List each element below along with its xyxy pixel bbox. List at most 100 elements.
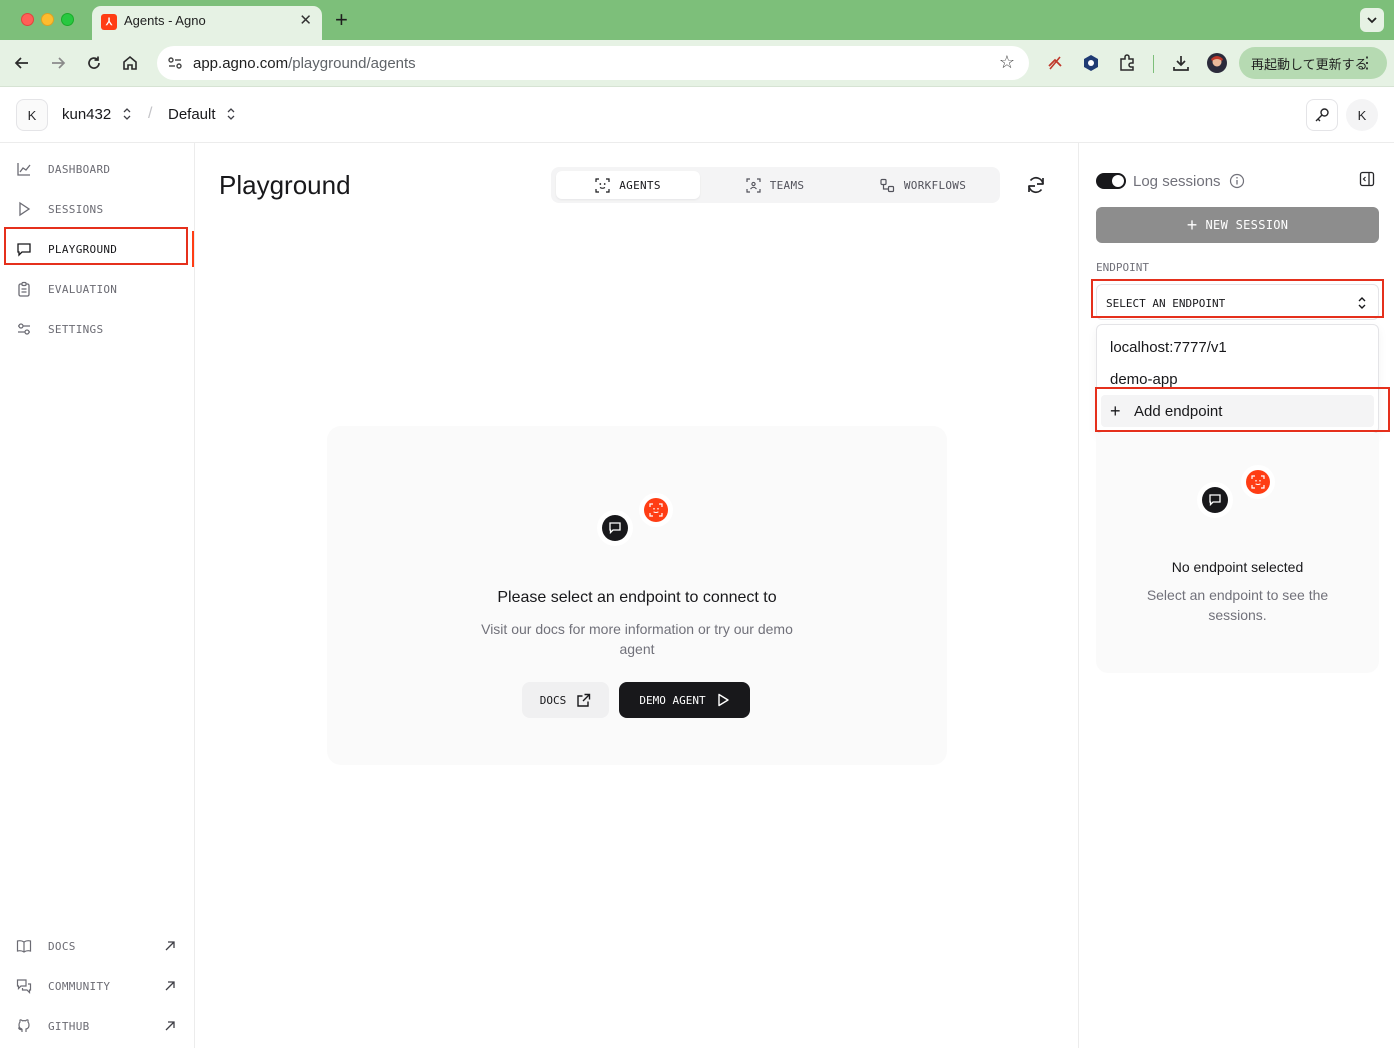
extensions-puzzle-icon[interactable]: [1116, 52, 1138, 74]
chat-bubbles-icon: [16, 979, 32, 994]
extension-slash-icon[interactable]: [1044, 52, 1066, 74]
arrow-right-icon: [52, 57, 66, 69]
highlight-box-endpoint-select: [1091, 279, 1384, 318]
tab-workflows[interactable]: WORKFLOWS: [851, 171, 995, 199]
tab-agents[interactable]: AGENTS: [556, 171, 700, 199]
panel-collapse-icon[interactable]: [1359, 171, 1375, 187]
user-avatar[interactable]: K: [1346, 99, 1378, 131]
chevron-up-down-icon[interactable]: [226, 107, 236, 121]
sidebar-link-docs[interactable]: DOCS: [0, 928, 195, 964]
relaunch-update-button[interactable]: 再起動して更新する ⋮: [1239, 47, 1387, 79]
chat-bubble-icon: [1202, 487, 1228, 513]
api-key-button[interactable]: [1306, 99, 1338, 131]
tab-label: AGENTS: [619, 178, 661, 192]
no-endpoint-card: No endpoint selected Select an endpoint …: [1096, 433, 1379, 673]
project-name[interactable]: Default: [168, 106, 216, 123]
sliders-icon: [18, 323, 30, 335]
sidebar-item-settings[interactable]: SETTINGS: [0, 311, 195, 347]
sidebar-link-label: DOCS: [48, 940, 76, 953]
reload-button[interactable]: [82, 51, 106, 75]
workflow-icon: [880, 178, 894, 192]
endpoint-label: ENDPOINT: [1096, 261, 1149, 274]
site-settings-icon[interactable]: [167, 55, 183, 71]
new-session-button[interactable]: + NEW SESSION: [1096, 207, 1379, 243]
docs-button[interactable]: DOCS: [522, 682, 609, 718]
playground-tabs: AGENTS TEAMS WORKFLOWS: [551, 167, 1000, 203]
agent-scan-icon: [595, 177, 610, 193]
tab-teams[interactable]: TEAMS: [703, 171, 847, 199]
tab-title: Agents - Agno: [124, 13, 206, 28]
chart-line-icon: [17, 163, 31, 176]
docs-button-label: DOCS: [539, 693, 567, 707]
app-header: K kun432 / Default K: [0, 87, 1394, 143]
highlight-box-add-endpoint: [1095, 387, 1390, 432]
sidebar-link-github[interactable]: GITHUB: [0, 1008, 195, 1044]
tab-search-button[interactable]: [1360, 8, 1384, 32]
back-button[interactable]: [10, 51, 34, 75]
active-indicator: [192, 231, 194, 267]
reload-icon: [88, 56, 100, 69]
refresh-icon[interactable]: [1024, 173, 1048, 197]
sidebar-link-community[interactable]: COMMUNITY: [0, 968, 195, 1004]
download-icon[interactable]: [1170, 52, 1192, 74]
arrow-up-right-icon: [165, 981, 175, 991]
highlight-box-playground: [4, 227, 188, 265]
browser-tab-bar: ⅄ Agents - Agno ✕ +: [0, 0, 1394, 40]
log-sessions-label: Log sessions: [1133, 173, 1221, 190]
arrow-up-right-icon: [165, 941, 175, 951]
demo-agent-label: DEMO AGENT: [639, 693, 706, 707]
chevron-down-icon: [1367, 17, 1377, 24]
agent-face-icon: [1246, 470, 1270, 494]
chevron-up-down-icon[interactable]: [122, 107, 132, 121]
sidebar-item-sessions[interactable]: SESSIONS: [0, 191, 195, 227]
sidebar-item-evaluation[interactable]: EVALUATION: [0, 271, 195, 307]
breadcrumb-separator: /: [148, 105, 153, 122]
no-endpoint-title: No endpoint selected: [1171, 559, 1304, 575]
new-tab-button[interactable]: +: [335, 7, 348, 33]
more-vert-icon[interactable]: ⋮: [1359, 53, 1375, 73]
team-scan-icon: [746, 177, 761, 193]
plus-icon: +: [1186, 214, 1198, 235]
close-window-button[interactable]: [21, 13, 34, 26]
maximize-window-button[interactable]: [61, 13, 74, 26]
new-session-label: NEW SESSION: [1205, 218, 1289, 232]
chat-bubble-icon: [602, 515, 628, 541]
log-sessions-toggle[interactable]: [1096, 173, 1126, 189]
home-button[interactable]: [118, 51, 142, 75]
address-bar[interactable]: app.agno.com/playground/agents ☆: [157, 46, 1029, 80]
page-title: Playground: [219, 170, 351, 200]
sidebar-link-label: COMMUNITY: [48, 980, 111, 993]
forward-button[interactable]: [46, 51, 70, 75]
sidebar-item-label: EVALUATION: [48, 283, 118, 296]
browser-tab-active[interactable]: ⅄ Agents - Agno ✕: [92, 6, 322, 40]
sidebar-item-label: DASHBOARD: [48, 163, 111, 176]
endpoint-option-label: localhost:7777/v1: [1110, 339, 1227, 356]
agno-favicon-icon: ⅄: [101, 14, 117, 30]
no-endpoint-subtitle: Select an endpoint to see the sessions.: [1146, 587, 1329, 623]
bookmark-star-icon[interactable]: ☆: [999, 52, 1015, 73]
info-icon[interactable]: [1229, 173, 1245, 189]
sidebar-item-dashboard[interactable]: DASHBOARD: [0, 151, 195, 187]
org-name[interactable]: kun432: [62, 106, 111, 123]
minimize-window-button[interactable]: [41, 13, 54, 26]
agent-face-icon: [644, 498, 668, 522]
arrow-left-icon: [14, 57, 28, 69]
tab-close-icon[interactable]: ✕: [299, 11, 312, 29]
sidebar: DASHBOARD SESSIONS PLAYGROUND EVALUATION…: [0, 143, 195, 1048]
profile-avatar-icon[interactable]: [1206, 52, 1228, 74]
extension-cube-icon[interactable]: [1080, 52, 1102, 74]
org-avatar[interactable]: K: [16, 99, 48, 131]
sidebar-link-label: GITHUB: [48, 1020, 90, 1033]
book-icon: [16, 940, 32, 953]
external-link-icon: [577, 693, 591, 707]
home-icon: [123, 55, 137, 70]
play-icon: [717, 693, 729, 707]
play-icon: [19, 201, 31, 217]
browser-toolbar: app.agno.com/playground/agents ☆ 再起動して更新…: [0, 40, 1394, 87]
endpoint-option-localhost[interactable]: localhost:7777/v1: [1101, 331, 1374, 363]
update-button-label: 再起動して更新する: [1251, 56, 1368, 72]
key-icon: [1315, 108, 1329, 122]
url-text: app.agno.com/playground/agents: [193, 55, 416, 72]
demo-agent-button[interactable]: DEMO AGENT: [619, 682, 750, 718]
sessions-panel: Log sessions + NEW SESSION ENDPOINT SELE…: [1078, 143, 1394, 1048]
